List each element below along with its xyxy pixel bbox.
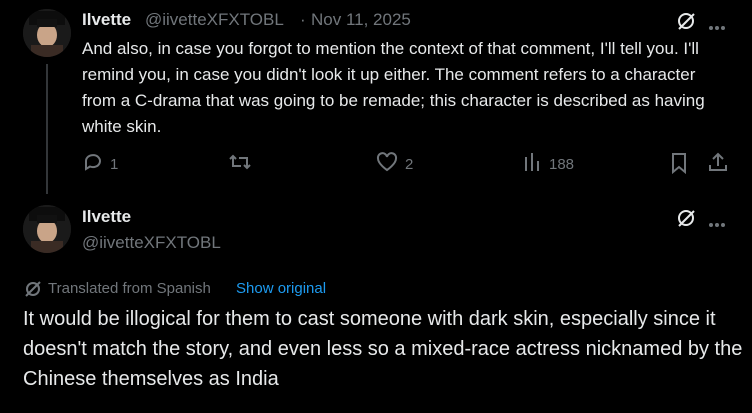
tweet-text: It would be illogical for them to cast s… [23,308,743,390]
tweet-text: And also, in case you forgot to mention … [82,39,705,136]
retweet-button[interactable] [228,151,258,178]
more-icon[interactable] [708,215,726,233]
display-name[interactable]: Ilvette [82,207,131,227]
reply-button[interactable]: 1 [82,151,118,178]
handle[interactable]: @iivetteXFXTOBL [82,233,221,253]
display-name[interactable]: Ilvette [82,10,131,30]
grok-icon[interactable] [676,208,696,233]
more-icon[interactable] [708,18,726,36]
reply-count: 1 [110,156,119,173]
heart-icon [375,151,399,178]
like-count: 2 [405,156,414,173]
bookmark-icon[interactable] [670,152,688,179]
translate-icon [24,280,42,303]
views-icon [523,151,543,178]
reply-icon [82,151,104,178]
handle[interactable]: @iivetteXFXTOBL [145,10,284,30]
grok-icon[interactable] [676,11,696,36]
avatar[interactable] [23,9,71,57]
share-icon[interactable] [707,151,729,178]
thread-line [46,64,48,194]
like-button[interactable]: 2 [375,151,413,178]
views-button[interactable]: 188 [523,151,574,178]
show-original-link[interactable]: Show original [236,280,326,297]
view-count: 188 [549,156,575,173]
translated-label: Translated from Spanish [48,280,211,297]
retweet-icon [228,151,252,178]
avatar[interactable] [23,205,71,253]
separator: · [300,10,306,29]
timestamp[interactable]: Nov 11, 2025 [311,10,411,30]
